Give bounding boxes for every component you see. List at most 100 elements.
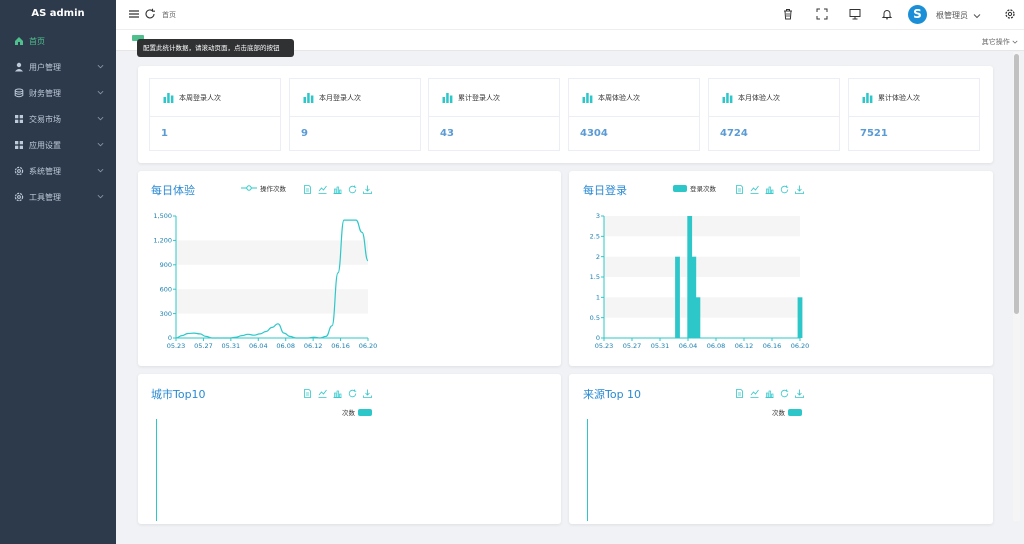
x-tick-label: 05.23 — [595, 342, 614, 350]
x-tick-label: 05.31 — [222, 342, 241, 350]
bar — [675, 256, 680, 338]
x-tick-label: 06.04 — [679, 342, 698, 350]
legend-label: 次数 — [772, 409, 785, 417]
restore-icon[interactable] — [348, 185, 357, 194]
breadcrumb[interactable]: 首页 — [162, 10, 176, 20]
bar-chart-icon — [303, 93, 314, 103]
grid-band — [176, 289, 368, 314]
data-view-icon[interactable] — [735, 389, 744, 398]
legend-line-marker — [241, 185, 257, 191]
tooltip: 配置此统计数据，请滚动页面，点击底部的按钮 — [137, 39, 294, 57]
stat-value: 4304 — [580, 128, 608, 139]
download-icon[interactable] — [795, 389, 804, 398]
line-chart-icon[interactable] — [318, 185, 327, 194]
sidebar-item-label: 应用设置 — [29, 140, 61, 150]
y-tick-label: 1,500 — [153, 212, 172, 220]
download-icon[interactable] — [795, 185, 804, 194]
chevron-down-icon — [97, 194, 104, 199]
sidebar-item-app-settings[interactable]: 应用设置 — [0, 132, 116, 158]
x-tick-label: 06.08 — [276, 342, 295, 350]
stat-label: 累计体验人次 — [878, 93, 920, 102]
legend-label: 登录次数 — [690, 185, 716, 193]
settings-gear-icon[interactable] — [1004, 8, 1016, 20]
stat-week-experience: 本周体验人次 4304 — [568, 78, 700, 151]
fullscreen-icon[interactable] — [816, 8, 828, 20]
sidebar-item-users[interactable]: 用户管理 — [0, 54, 116, 80]
bar-chart-icon[interactable] — [333, 185, 342, 194]
chart-toolbox — [735, 389, 804, 398]
sidebar-item-label: 工具管理 — [29, 192, 61, 202]
avatar[interactable]: S — [908, 5, 927, 24]
app-title: AS admin — [31, 8, 85, 19]
y-tick-label: 0 — [596, 334, 600, 342]
restore-icon[interactable] — [780, 185, 789, 194]
data-view-icon[interactable] — [735, 185, 744, 194]
sidebar-item-tools[interactable]: 工具管理 — [0, 184, 116, 210]
chart-legend[interactable]: 登录次数 — [673, 183, 716, 193]
x-tick-label: 06.16 — [763, 342, 782, 350]
panel-title: 来源Top 10 — [583, 388, 642, 401]
chevron-down-icon — [97, 168, 104, 173]
grid-band — [604, 216, 800, 237]
grid-icon — [14, 114, 24, 124]
chart-legend[interactable]: 次数 — [772, 407, 802, 417]
restore-icon[interactable] — [780, 389, 789, 398]
bell-icon[interactable] — [881, 8, 893, 20]
download-icon[interactable] — [363, 389, 372, 398]
x-tick-label: 06.16 — [331, 342, 350, 350]
chevron-down-icon — [97, 142, 104, 147]
menu-fold-icon[interactable] — [128, 8, 140, 20]
sidebar-item-market[interactable]: 交易市场 — [0, 106, 116, 132]
chart-legend[interactable]: 操作次数 — [241, 183, 286, 193]
y-tick-label: 0.5 — [590, 314, 600, 322]
bar-chart: 0 0.5 1 1.5 2 2.5 3 05.23 05.27 05.31 06.04 06.08 06… — [590, 212, 810, 350]
stat-month-login: 本月登录人次 9 — [289, 78, 421, 151]
data-view-icon[interactable] — [303, 389, 312, 398]
bar — [687, 216, 693, 338]
bar-chart-icon — [442, 93, 453, 103]
line-chart-icon[interactable] — [750, 185, 759, 194]
legend-label: 操作次数 — [260, 185, 286, 193]
stat-value: 7521 — [860, 128, 888, 139]
sidebar-item-label: 用户管理 — [29, 62, 61, 72]
line-chart-icon[interactable] — [318, 389, 327, 398]
x-tick-label: 06.08 — [707, 342, 726, 350]
restore-icon[interactable] — [348, 389, 357, 398]
bar-chart-icon — [722, 93, 733, 103]
x-tick-label: 06.12 — [304, 342, 323, 350]
trash-icon[interactable] — [782, 8, 794, 20]
page-scrollbar[interactable] — [1013, 52, 1020, 521]
chart-toolbox — [303, 389, 372, 398]
refresh-icon[interactable] — [144, 8, 156, 20]
chevron-down-icon — [1012, 40, 1018, 44]
bar-chart-icon — [862, 93, 873, 103]
y-tick-label: 3 — [596, 212, 600, 220]
chart-legend[interactable]: 次数 — [342, 407, 372, 417]
screen-icon[interactable] — [849, 8, 861, 20]
scrollbar-thumb[interactable] — [1014, 54, 1019, 314]
grid-icon — [14, 140, 24, 150]
stat-month-experience: 本月体验人次 4724 — [708, 78, 840, 151]
sidebar-item-system[interactable]: 系统管理 — [0, 158, 116, 184]
panel-title: 城市Top10 — [151, 388, 206, 401]
line-chart-icon[interactable] — [750, 389, 759, 398]
bar-chart-icon[interactable] — [765, 389, 774, 398]
user-menu[interactable]: 根管理员 — [936, 10, 981, 21]
legend-swatch — [673, 184, 687, 192]
stat-total-experience: 累计体验人次 7521 — [848, 78, 980, 151]
grid-band — [604, 297, 800, 318]
gear-icon — [14, 166, 24, 176]
bar-chart-icon[interactable] — [765, 185, 774, 194]
other-ops-label: 其它操作 — [981, 38, 1010, 46]
x-tick-label: 06.20 — [359, 342, 378, 350]
x-tick-label: 05.23 — [167, 342, 186, 350]
stat-label: 本周体验人次 — [598, 93, 640, 102]
other-ops-dropdown[interactable]: 其它操作 — [982, 37, 1018, 47]
sidebar-item-finance[interactable]: 财务管理 — [0, 80, 116, 106]
x-tick-label: 05.27 — [623, 342, 642, 350]
download-icon[interactable] — [363, 185, 372, 194]
legend-label: 次数 — [342, 409, 355, 417]
bar-chart-icon[interactable] — [333, 389, 342, 398]
sidebar-item-home[interactable]: 首页 — [0, 28, 116, 54]
data-view-icon[interactable] — [303, 185, 312, 194]
